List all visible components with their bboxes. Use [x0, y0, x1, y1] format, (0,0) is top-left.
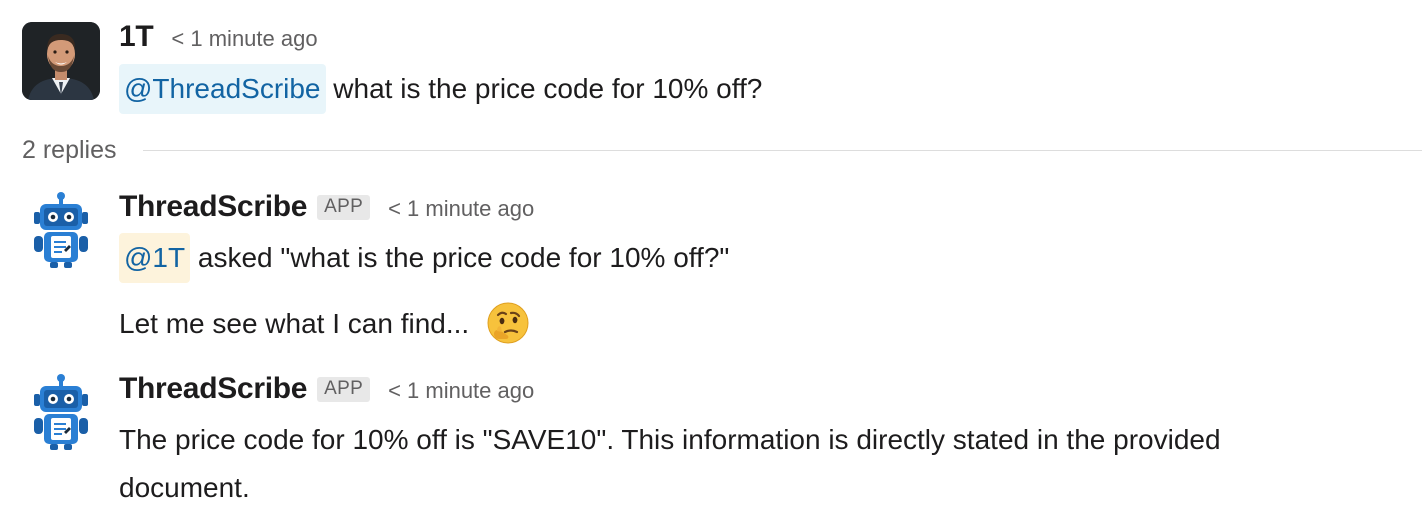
author-name[interactable]: ThreadScribe [119, 190, 307, 224]
message-body: what is the price code for 10% off? [325, 73, 763, 104]
message-text-line2: Let me see what I can find... [119, 300, 531, 348]
timestamp[interactable]: < 1 minute ago [388, 196, 534, 222]
user-avatar[interactable] [22, 22, 100, 100]
author-name[interactable]: ThreadScribe [119, 372, 307, 406]
timestamp[interactable]: < 1 minute ago [388, 378, 534, 404]
message-header: 1T < 1 minute ago [119, 20, 318, 60]
replies-divider-row: 2 replies [22, 132, 1422, 168]
message-header: ThreadScribe APP < 1 minute ago [119, 190, 534, 230]
app-badge: APP [317, 377, 371, 402]
robot-icon[interactable] [22, 192, 100, 270]
message-text: @ThreadScribe what is the price code for… [119, 64, 762, 114]
message-text-line2: document. [119, 472, 250, 503]
timestamp[interactable]: < 1 minute ago [171, 26, 317, 52]
author-name[interactable]: 1T [119, 20, 154, 54]
divider [142, 149, 1422, 151]
thinking-face-icon [487, 302, 529, 344]
message-body: asked "what is the price code for 10% of… [190, 242, 730, 273]
app-badge: APP [317, 195, 371, 220]
message-text: @1T asked "what is the price code for 10… [119, 233, 729, 283]
user-photo-icon [22, 22, 100, 100]
replies-count: 2 replies [22, 135, 117, 164]
message-header: ThreadScribe APP < 1 minute ago [119, 372, 534, 412]
message-text: The price code for 10% off is "SAVE10". … [119, 424, 1221, 455]
mention-1t[interactable]: @1T [119, 233, 191, 283]
mention-threadscribe[interactable]: @ThreadScribe [119, 64, 326, 114]
robot-icon[interactable] [22, 374, 100, 452]
message-body: Let me see what I can find... [119, 308, 470, 339]
